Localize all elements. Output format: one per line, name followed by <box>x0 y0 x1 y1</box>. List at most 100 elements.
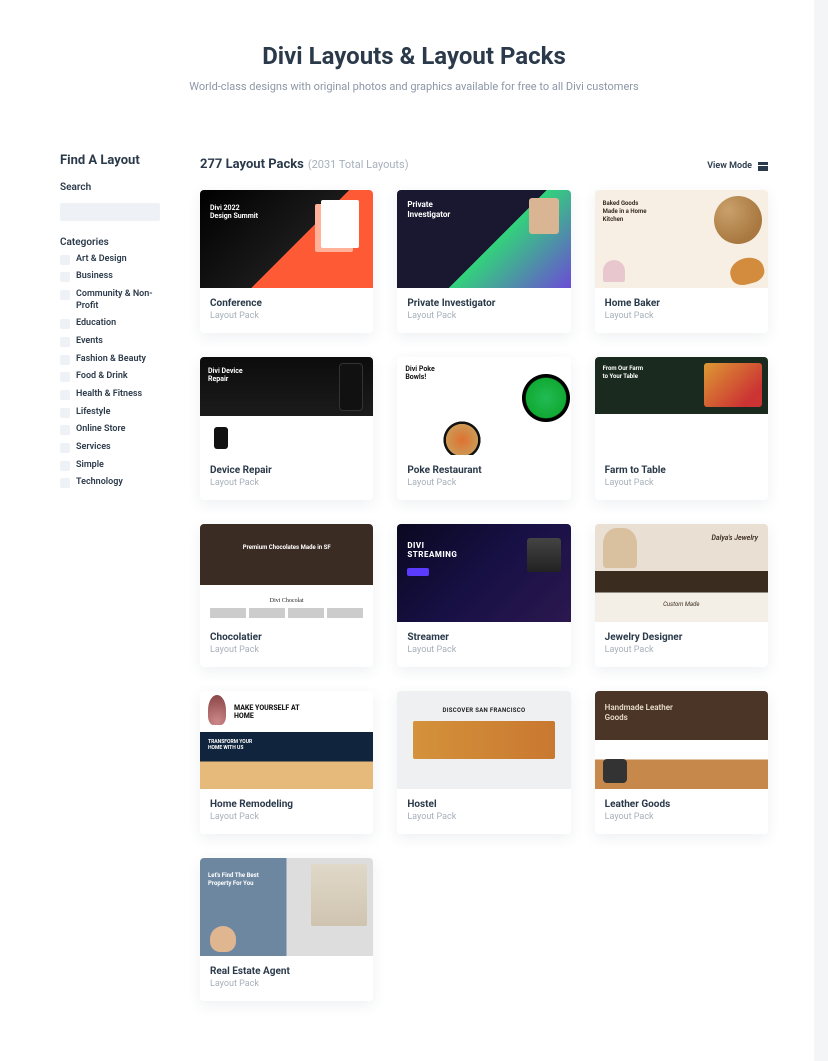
card-title: Poke Restaurant <box>407 465 560 476</box>
card-title: Farm to Table <box>605 465 758 476</box>
card-thumbnail <box>397 524 570 622</box>
card-subtitle: Layout Pack <box>210 645 363 655</box>
view-mode-toggle[interactable]: View Mode <box>707 161 768 171</box>
main-content: 277 Layout Packs (2031 Total Layouts) Vi… <box>200 153 768 1001</box>
layout-card[interactable]: Conference Layout Pack <box>200 190 373 333</box>
layout-card[interactable]: Hostel Layout Pack <box>397 691 570 834</box>
categories-label: Categories <box>60 237 170 248</box>
card-subtitle: Layout Pack <box>210 311 363 321</box>
checkbox-icon[interactable] <box>60 390 70 400</box>
card-subtitle: Layout Pack <box>605 812 758 822</box>
category-label: Simple <box>76 460 104 472</box>
card-subtitle: Layout Pack <box>407 812 560 822</box>
card-meta: Poke Restaurant Layout Pack <box>397 455 570 500</box>
layout-card[interactable]: Private Investigator Layout Pack <box>397 190 570 333</box>
layout-card[interactable]: Divi ChocolatChocolatierLayout Pack <box>200 524 373 667</box>
checkbox-icon[interactable] <box>60 337 70 347</box>
card-meta: ChocolatierLayout Pack <box>200 622 373 667</box>
card-subtitle: Layout Pack <box>407 311 560 321</box>
category-item[interactable]: Education <box>60 318 170 330</box>
card-meta: Home BakerLayout Pack <box>595 288 768 333</box>
category-item[interactable]: Health & Fitness <box>60 389 170 401</box>
category-item[interactable]: Technology <box>60 477 170 489</box>
card-title: Real Estate Agent <box>210 966 363 977</box>
checkbox-icon[interactable] <box>60 425 70 435</box>
card-subtitle: Layout Pack <box>210 979 363 989</box>
category-item[interactable]: Events <box>60 336 170 348</box>
total-count: (2031 Total Layouts) <box>308 158 409 171</box>
category-label: Events <box>76 336 103 348</box>
scrollbar-track[interactable] <box>814 0 828 1061</box>
category-item[interactable]: Services <box>60 442 170 454</box>
layout-card[interactable]: Poke Restaurant Layout Pack <box>397 357 570 500</box>
layout-card[interactable]: Leather Goods Layout Pack <box>595 691 768 834</box>
sidebar: Find A Layout Search Categories Art & De… <box>60 153 170 1001</box>
category-label: Food & Drink <box>76 371 128 383</box>
layout-grid: ConferenceLayout PackPrivate Investigato… <box>200 190 768 1001</box>
card-title: Home Remodeling <box>210 799 363 810</box>
category-item[interactable]: Simple <box>60 460 170 472</box>
layout-card[interactable]: Farm to TableLayout Pack <box>595 357 768 500</box>
category-item[interactable]: Online Store <box>60 424 170 436</box>
card-thumbnail <box>397 357 570 455</box>
card-thumbnail <box>397 190 570 288</box>
layout-card[interactable]: Home BakerLayout Pack <box>595 190 768 333</box>
grid-icon <box>758 162 768 171</box>
layout-card[interactable]: TRANSFORM YOUR HOME WITH USHome Remodeli… <box>200 691 373 834</box>
card-title: Conference <box>210 298 363 309</box>
card-meta: Jewelry DesignerLayout Pack <box>595 622 768 667</box>
card-title: Leather Goods <box>605 799 758 810</box>
category-item[interactable]: Business <box>60 271 170 283</box>
hero: Divi Layouts & Layout Packs World-class … <box>60 42 768 93</box>
card-thumbnail <box>200 858 373 956</box>
category-label: Health & Fitness <box>76 389 142 401</box>
card-subtitle: Layout Pack <box>407 478 560 488</box>
view-mode-label: View Mode <box>707 161 752 171</box>
checkbox-icon[interactable] <box>60 319 70 329</box>
card-thumbnail: TRANSFORM YOUR HOME WITH US <box>200 691 373 789</box>
category-item[interactable]: Community & Non-Profit <box>60 289 170 312</box>
checkbox-icon[interactable] <box>60 272 70 282</box>
category-label: Online Store <box>76 424 126 436</box>
category-item[interactable]: Lifestyle <box>60 407 170 419</box>
card-subtitle: Layout Pack <box>605 311 758 321</box>
card-thumbnail <box>595 691 768 789</box>
category-item[interactable]: Art & Design <box>60 254 170 266</box>
card-meta: Home Remodeling Layout Pack <box>200 789 373 834</box>
card-title: Hostel <box>407 799 560 810</box>
card-thumbnail <box>595 357 768 455</box>
search-label: Search <box>60 182 170 193</box>
category-label: Community & Non-Profit <box>76 289 170 312</box>
category-label: Education <box>76 318 116 330</box>
card-meta: Hostel Layout Pack <box>397 789 570 834</box>
card-subtitle: Layout Pack <box>407 645 560 655</box>
checkbox-icon[interactable] <box>60 408 70 418</box>
category-item[interactable]: Fashion & Beauty <box>60 354 170 366</box>
page-title: Divi Layouts & Layout Packs <box>60 42 768 70</box>
category-item[interactable]: Food & Drink <box>60 371 170 383</box>
card-meta: Real Estate Agent Layout Pack <box>200 956 373 1001</box>
layout-card[interactable]: Real Estate Agent Layout Pack <box>200 858 373 1001</box>
layout-card[interactable]: Custom MadeJewelry DesignerLayout Pack <box>595 524 768 667</box>
checkbox-icon[interactable] <box>60 290 70 300</box>
card-title: Device Repair <box>210 465 363 476</box>
card-thumbnail <box>397 691 570 789</box>
checkbox-icon[interactable] <box>60 478 70 488</box>
layout-card[interactable]: Device Repair Layout Pack <box>200 357 373 500</box>
layout-card[interactable]: StreamerLayout Pack <box>397 524 570 667</box>
card-thumbnail <box>595 190 768 288</box>
checkbox-icon[interactable] <box>60 372 70 382</box>
checkbox-icon[interactable] <box>60 443 70 453</box>
checkbox-icon[interactable] <box>60 255 70 265</box>
card-thumbnail <box>200 190 373 288</box>
card-subtitle: Layout Pack <box>210 478 363 488</box>
checkbox-icon[interactable] <box>60 355 70 365</box>
category-list: Art & Design Business Community & Non-Prof… <box>60 254 170 490</box>
card-subtitle: Layout Pack <box>210 812 363 822</box>
card-thumbnail: Divi Chocolat <box>200 524 373 622</box>
card-title: Private Investigator <box>407 298 560 309</box>
search-input[interactable] <box>60 203 160 221</box>
card-meta: Private Investigator Layout Pack <box>397 288 570 333</box>
card-meta: Conference Layout Pack <box>200 288 373 333</box>
checkbox-icon[interactable] <box>60 461 70 471</box>
